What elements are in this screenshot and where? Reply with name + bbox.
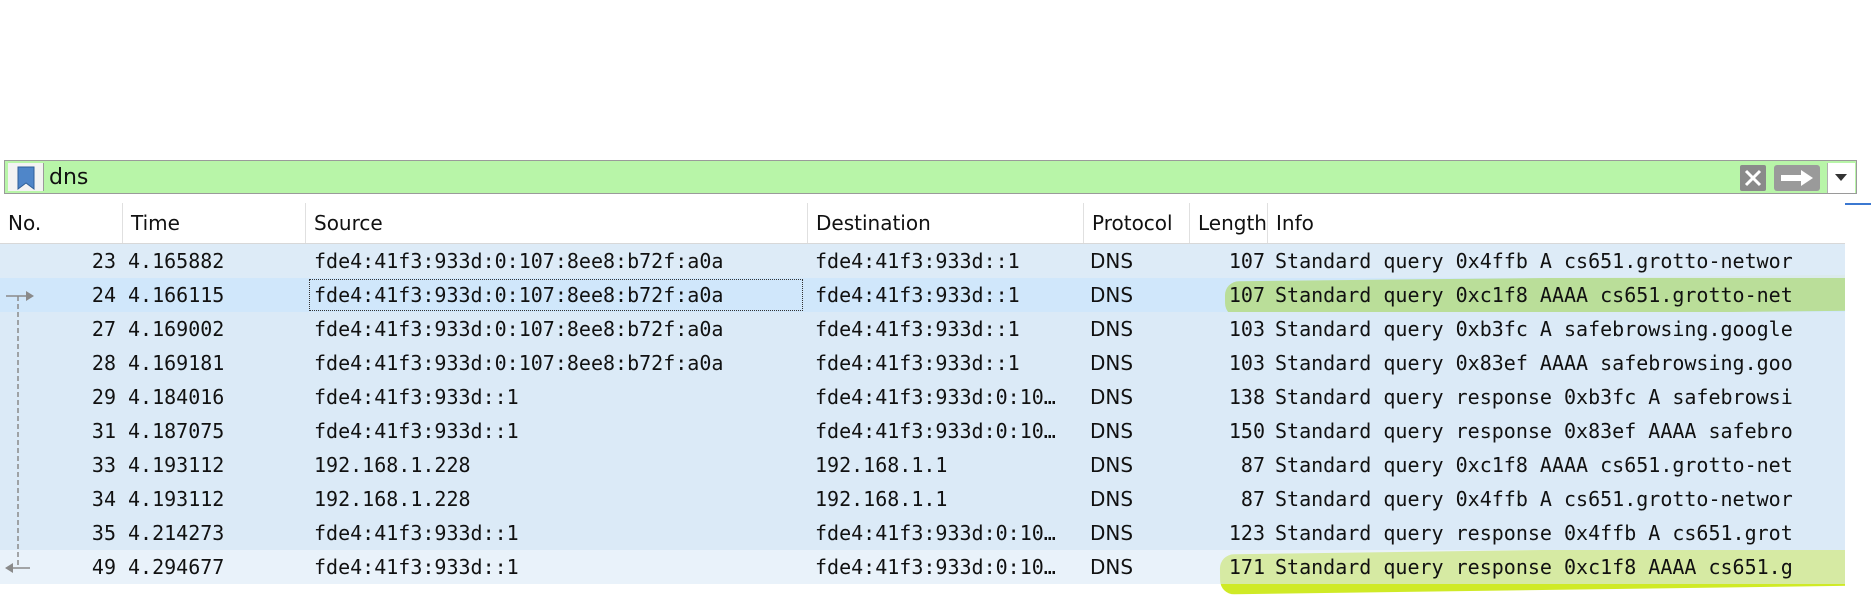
cell-destination: fde4:41f3:933d::1 [815,317,1020,341]
cell-protocol: DNS [1090,385,1134,409]
cell-length: 123 [1228,521,1265,545]
cell-protocol: DNS [1090,351,1134,375]
related-packet-indicator-icon [5,291,34,573]
cell-no: 35 [91,521,116,545]
cell-destination: fde4:41f3:933d:0:10… [815,385,1056,409]
packet-list-header: No. Time Source Destination Protocol Len… [0,203,1845,244]
cell-time: 4.187075 [128,419,225,443]
cell-no: 23 [91,249,116,273]
bookmark-icon[interactable] [8,163,44,191]
cell-source: 192.168.1.228 [314,487,471,511]
cell-destination: 192.168.1.1 [815,487,948,511]
cell-destination: fde4:41f3:933d::1 [815,249,1020,273]
column-header-destination[interactable]: Destination [808,203,1084,243]
cell-length: 171 [1228,555,1265,579]
cell-protocol: DNS [1090,487,1134,511]
cell-no: 33 [91,453,116,477]
table-row[interactable]: 35 4.214273 fde4:41f3:933d::1 fde4:41f3:… [0,516,1845,550]
cell-no: 29 [91,385,116,409]
cell-source: fde4:41f3:933d::1 [314,385,519,409]
cell-source: 192.168.1.228 [314,453,471,477]
table-row[interactable]: 29 4.184016 fde4:41f3:933d::1 fde4:41f3:… [0,380,1845,414]
cell-destination: fde4:41f3:933d::1 [815,351,1020,375]
cell-no: 24 [91,283,116,307]
column-header-length[interactable]: Length [1190,203,1268,243]
column-header-protocol[interactable]: Protocol [1084,203,1190,243]
cell-time: 4.193112 [128,453,225,477]
cell-protocol: DNS [1090,419,1134,443]
cell-no: 27 [91,317,116,341]
table-row-selected[interactable]: 24 4.166115 fde4:41f3:933d:0:107:8ee8:b7… [0,278,1845,312]
table-row[interactable]: 31 4.187075 fde4:41f3:933d::1 fde4:41f3:… [0,414,1845,448]
table-row[interactable]: 34 4.193112 192.168.1.228 192.168.1.1 DN… [0,482,1845,516]
cell-source: fde4:41f3:933d::1 [314,419,519,443]
cell-length: 107 [1228,249,1265,273]
cell-length: 107 [1228,283,1265,307]
table-row[interactable]: 27 4.169002 fde4:41f3:933d:0:107:8ee8:b7… [0,312,1845,346]
column-header-no[interactable]: No. [0,203,123,243]
cell-source: fde4:41f3:933d:0:107:8ee8:b72f:a0a [314,249,724,273]
cell-time: 4.294677 [128,555,225,579]
cell-info: Standard query 0xc1f8 AAAA cs651.grotto-… [1275,453,1793,477]
cell-protocol: DNS [1090,283,1134,307]
cell-destination: 192.168.1.1 [815,453,948,477]
cell-length: 138 [1228,385,1265,409]
cell-time: 4.184016 [128,385,225,409]
table-row[interactable]: 33 4.193112 192.168.1.228 192.168.1.1 DN… [0,448,1845,482]
cell-time: 4.214273 [128,521,225,545]
cell-destination: fde4:41f3:933d:0:10… [815,419,1056,443]
table-row[interactable]: 23 4.165882 fde4:41f3:933d:0:107:8ee8:b7… [0,244,1845,278]
cell-time: 4.169181 [128,351,225,375]
cell-source: fde4:41f3:933d:0:107:8ee8:b72f:a0a [314,351,724,375]
cell-source: fde4:41f3:933d::1 [314,521,519,545]
cell-destination: fde4:41f3:933d::1 [815,283,1020,307]
cell-info: Standard query response 0x83ef AAAA safe… [1275,419,1793,443]
cell-protocol: DNS [1090,317,1134,341]
filter-input[interactable]: dns [49,165,88,191]
cell-no: 31 [91,419,116,443]
table-row[interactable]: 49 4.294677 fde4:41f3:933d::1 fde4:41f3:… [0,550,1845,584]
cell-length: 87 [1240,487,1265,511]
cell-length: 87 [1240,453,1265,477]
table-row[interactable]: 28 4.169181 fde4:41f3:933d:0:107:8ee8:b7… [0,346,1845,380]
cell-source: fde4:41f3:933d::1 [314,555,519,579]
cell-protocol: DNS [1090,521,1134,545]
column-header-source[interactable]: Source [306,203,808,243]
cell-time: 4.165882 [128,249,225,273]
cell-info: Standard query 0x4ffb A cs651.grotto-net… [1275,487,1793,511]
cell-info: Standard query response 0xc1f8 AAAA cs65… [1275,555,1793,579]
cell-no: 49 [91,555,116,579]
cell-protocol: DNS [1090,249,1134,273]
arrow-right-icon[interactable] [1773,164,1821,192]
cell-length: 103 [1228,317,1265,341]
cell-source: fde4:41f3:933d:0:107:8ee8:b72f:a0a [308,278,804,312]
cell-source: fde4:41f3:933d:0:107:8ee8:b72f:a0a [314,317,724,341]
cell-time: 4.193112 [128,487,225,511]
cell-destination: fde4:41f3:933d:0:10… [815,555,1056,579]
column-header-time[interactable]: Time [123,203,306,243]
blank-area [0,0,1871,158]
cell-time: 4.166115 [128,283,225,307]
cell-info: Standard query 0xc1f8 AAAA cs651.grotto-… [1275,283,1793,307]
cell-protocol: DNS [1090,453,1134,477]
cell-length: 103 [1228,351,1265,375]
clear-x-icon[interactable] [1739,164,1767,192]
cell-info: Standard query 0x83ef AAAA safebrowsing.… [1275,351,1793,375]
scroll-indicator [1845,203,1871,205]
cell-info: Standard query response 0x4ffb A cs651.g… [1275,521,1793,545]
vertical-scrollbar[interactable] [1845,203,1871,591]
cell-protocol: DNS [1090,555,1134,579]
packet-list: No. Time Source Destination Protocol Len… [0,203,1866,595]
cell-info: Standard query 0xb3fc A safebrowsing.goo… [1275,317,1793,341]
cell-destination: fde4:41f3:933d:0:10… [815,521,1056,545]
cell-info: Standard query response 0xb3fc A safebro… [1275,385,1793,409]
cell-time: 4.169002 [128,317,225,341]
cell-no: 28 [91,351,116,375]
cell-no: 34 [91,487,116,511]
cell-info: Standard query 0x4ffb A cs651.grotto-net… [1275,249,1793,273]
column-header-info[interactable]: Info [1268,203,1845,243]
display-filter-bar[interactable]: dns [4,160,1857,194]
chevron-down-icon[interactable] [1827,163,1855,193]
cell-length: 150 [1228,419,1265,443]
